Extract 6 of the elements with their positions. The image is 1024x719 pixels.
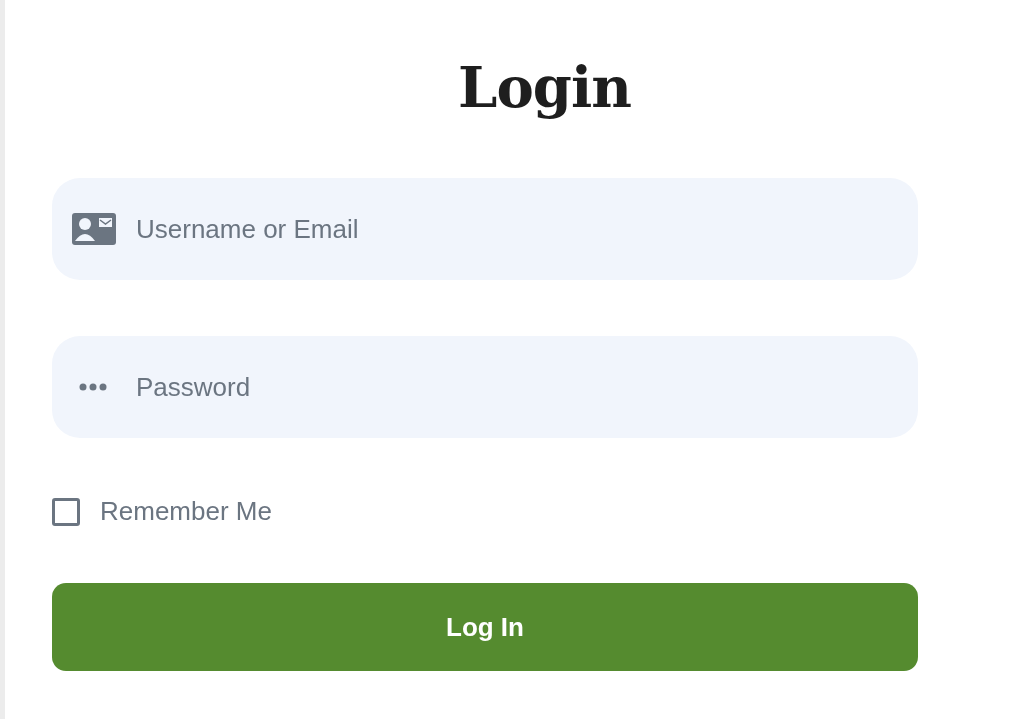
input-field[interactable]: Password [52,336,918,438]
remember-label[interactable]: Remember Me [100,496,272,527]
login-title: Login [458,53,631,122]
login-button[interactable]: Log In [52,583,918,671]
input-field[interactable]: Username or Email [52,178,918,280]
remember-checkbox[interactable] [52,497,80,526]
